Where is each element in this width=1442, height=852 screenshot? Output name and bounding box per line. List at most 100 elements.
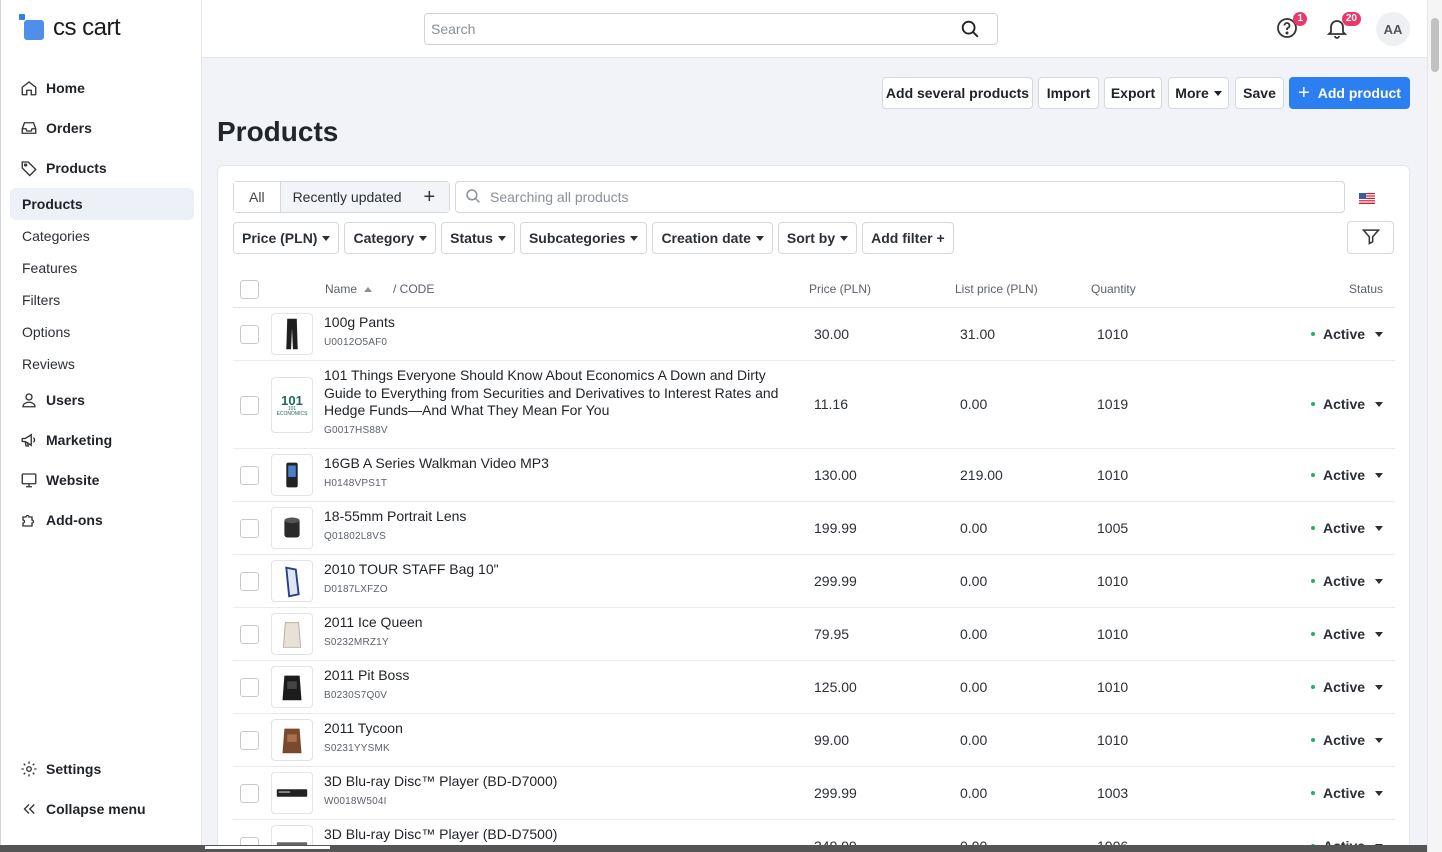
sidebar-item-addons[interactable]: Add-ons	[10, 500, 194, 540]
header-status[interactable]: Status	[1349, 282, 1383, 296]
row-checkbox[interactable]	[240, 325, 259, 344]
product-name-link[interactable]: 2010 TOUR STAFF Bag 10"	[324, 561, 784, 579]
filter-creation-date[interactable]: Creation date	[652, 222, 773, 254]
product-name-link[interactable]: 2011 Tycoon	[324, 720, 784, 738]
scrollbar-thumb[interactable]	[1431, 18, 1439, 72]
row-checkbox[interactable]	[240, 519, 259, 538]
add-product-button[interactable]: + Add product	[1289, 77, 1410, 109]
price-cell[interactable]: 125.00	[814, 679, 857, 695]
price-cell[interactable]: 79.95	[814, 626, 849, 642]
row-checkbox[interactable]	[240, 625, 259, 644]
product-thumbnail[interactable]	[271, 454, 313, 496]
status-dropdown[interactable]: Active	[1311, 785, 1384, 801]
table-row[interactable]: 100g Pants U0012O5AF0 30.00 31.00 1010 A…	[233, 308, 1395, 361]
filter-category[interactable]: Category	[344, 222, 437, 254]
price-cell[interactable]: 99.00	[814, 732, 849, 748]
product-thumbnail[interactable]	[271, 719, 313, 761]
table-row[interactable]: 3D Blu-ray Disc™ Player (BD-D7000) W0018…	[233, 767, 1395, 820]
global-search-input[interactable]	[431, 21, 959, 37]
table-row[interactable]: 2011 Ice Queen S0232MRZ1Y 79.95 0.00 101…	[233, 608, 1395, 661]
product-thumbnail[interactable]	[271, 560, 313, 602]
sidebar-item-settings[interactable]: Settings	[10, 749, 194, 789]
price-cell[interactable]: 30.00	[814, 326, 849, 342]
sidebar-item-orders[interactable]: Orders	[10, 108, 194, 148]
sidebar-item-marketing[interactable]: Marketing	[10, 420, 194, 460]
help-button[interactable]: 1	[1275, 12, 1307, 42]
tab-recently-updated[interactable]: Recently updated	[280, 182, 414, 212]
tab-all[interactable]: All	[234, 182, 281, 212]
add-filter-button[interactable]: Add filter +	[862, 222, 954, 254]
list-price-cell[interactable]: 0.00	[960, 520, 987, 536]
sidebar-item-website[interactable]: Website	[10, 460, 194, 500]
list-price-cell[interactable]: 31.00	[960, 326, 995, 342]
header-quantity[interactable]: Quantity	[1091, 282, 1136, 296]
sidebar-subitem-options[interactable]: Options	[10, 316, 194, 348]
row-checkbox[interactable]	[240, 678, 259, 697]
filter-sort-by[interactable]: Sort by	[777, 222, 858, 254]
status-dropdown[interactable]: Active	[1311, 520, 1384, 536]
product-thumbnail[interactable]	[271, 313, 313, 355]
quantity-cell[interactable]: 1010	[1097, 326, 1128, 342]
price-cell[interactable]: 130.00	[814, 467, 857, 483]
row-checkbox[interactable]	[240, 572, 259, 591]
save-button[interactable]: Save	[1235, 77, 1284, 109]
status-dropdown[interactable]: Active	[1311, 626, 1384, 642]
product-thumbnail[interactable]: 101 101 ECONOMICS	[271, 377, 313, 433]
list-price-cell[interactable]: 0.00	[960, 732, 987, 748]
status-dropdown[interactable]: Active	[1311, 326, 1384, 342]
add-several-products-button[interactable]: Add several products	[882, 77, 1033, 109]
row-checkbox[interactable]	[240, 731, 259, 750]
sidebar-subitem-features[interactable]: Features	[10, 252, 194, 284]
sidebar-subitem-categories[interactable]: Categories	[10, 220, 194, 252]
list-price-cell[interactable]: 0.00	[960, 679, 987, 695]
more-button[interactable]: More	[1168, 77, 1229, 109]
quantity-cell[interactable]: 1010	[1097, 467, 1128, 483]
price-cell[interactable]: 199.99	[814, 520, 857, 536]
table-row[interactable]: 16GB A Series Walkman Video MP3 H0148VPS…	[233, 449, 1395, 502]
sidebar-subitem-products[interactable]: Products	[10, 188, 194, 220]
filter-toggle-button[interactable]	[1347, 221, 1394, 254]
select-all-checkbox[interactable]	[240, 280, 259, 299]
quantity-cell[interactable]: 1019	[1097, 396, 1128, 412]
table-row[interactable]: 2011 Pit Boss B0230S7Q0V 125.00 0.00 101…	[233, 661, 1395, 714]
table-row[interactable]: 2011 Tycoon S0231YYSMK 99.00 0.00 1010 A…	[233, 714, 1395, 767]
us-flag-icon[interactable]	[1359, 191, 1375, 204]
row-checkbox[interactable]	[240, 784, 259, 803]
collapse-menu-button[interactable]: Collapse menu	[10, 789, 194, 829]
filter-subcategories[interactable]: Subcategories	[519, 222, 648, 254]
status-dropdown[interactable]: Active	[1311, 467, 1384, 483]
quantity-cell[interactable]: 1010	[1097, 626, 1128, 642]
quantity-cell[interactable]: 1010	[1097, 679, 1128, 695]
product-thumbnail[interactable]	[271, 772, 313, 814]
sidebar-item-products[interactable]: Products	[10, 148, 194, 188]
list-price-cell[interactable]: 0.00	[960, 785, 987, 801]
vertical-scrollbar[interactable]	[1427, 0, 1442, 852]
product-thumbnail[interactable]	[271, 613, 313, 655]
header-price[interactable]: Price (PLN)	[809, 282, 871, 296]
header-code[interactable]: / CODE	[393, 282, 434, 296]
quantity-cell[interactable]: 1010	[1097, 573, 1128, 589]
product-name-link[interactable]: 100g Pants	[324, 314, 784, 332]
search-icon[interactable]	[959, 18, 981, 40]
filter-price[interactable]: Price (PLN)	[233, 222, 340, 254]
list-price-cell[interactable]: 219.00	[960, 467, 1003, 483]
product-name-link[interactable]: 101 Things Everyone Should Know About Ec…	[324, 367, 784, 420]
table-row[interactable]: 18-55mm Portrait Lens Q01802L8VS 199.99 …	[233, 502, 1395, 555]
product-name-link[interactable]: 3D Blu-ray Disc™ Player (BD-D7000)	[324, 773, 784, 791]
sidebar-item-users[interactable]: Users	[10, 380, 194, 420]
avatar[interactable]: AA	[1376, 12, 1410, 46]
list-price-cell[interactable]: 0.00	[960, 626, 987, 642]
row-checkbox[interactable]	[240, 466, 259, 485]
quantity-cell[interactable]: 1003	[1097, 785, 1128, 801]
header-list-price[interactable]: List price (PLN)	[955, 282, 1038, 296]
product-name-link[interactable]: 2011 Ice Queen	[324, 614, 784, 632]
product-name-link[interactable]: 18-55mm Portrait Lens	[324, 508, 784, 526]
sidebar-item-home[interactable]: Home	[10, 68, 194, 108]
price-cell[interactable]: 299.99	[814, 785, 857, 801]
row-checkbox[interactable]	[240, 396, 259, 415]
horizontal-scrollbar[interactable]	[0, 845, 1427, 852]
status-dropdown[interactable]: Active	[1311, 732, 1384, 748]
logo[interactable]: cs cart	[19, 12, 121, 44]
notifications-button[interactable]: 20	[1325, 12, 1361, 42]
header-name[interactable]: Name	[325, 282, 373, 296]
